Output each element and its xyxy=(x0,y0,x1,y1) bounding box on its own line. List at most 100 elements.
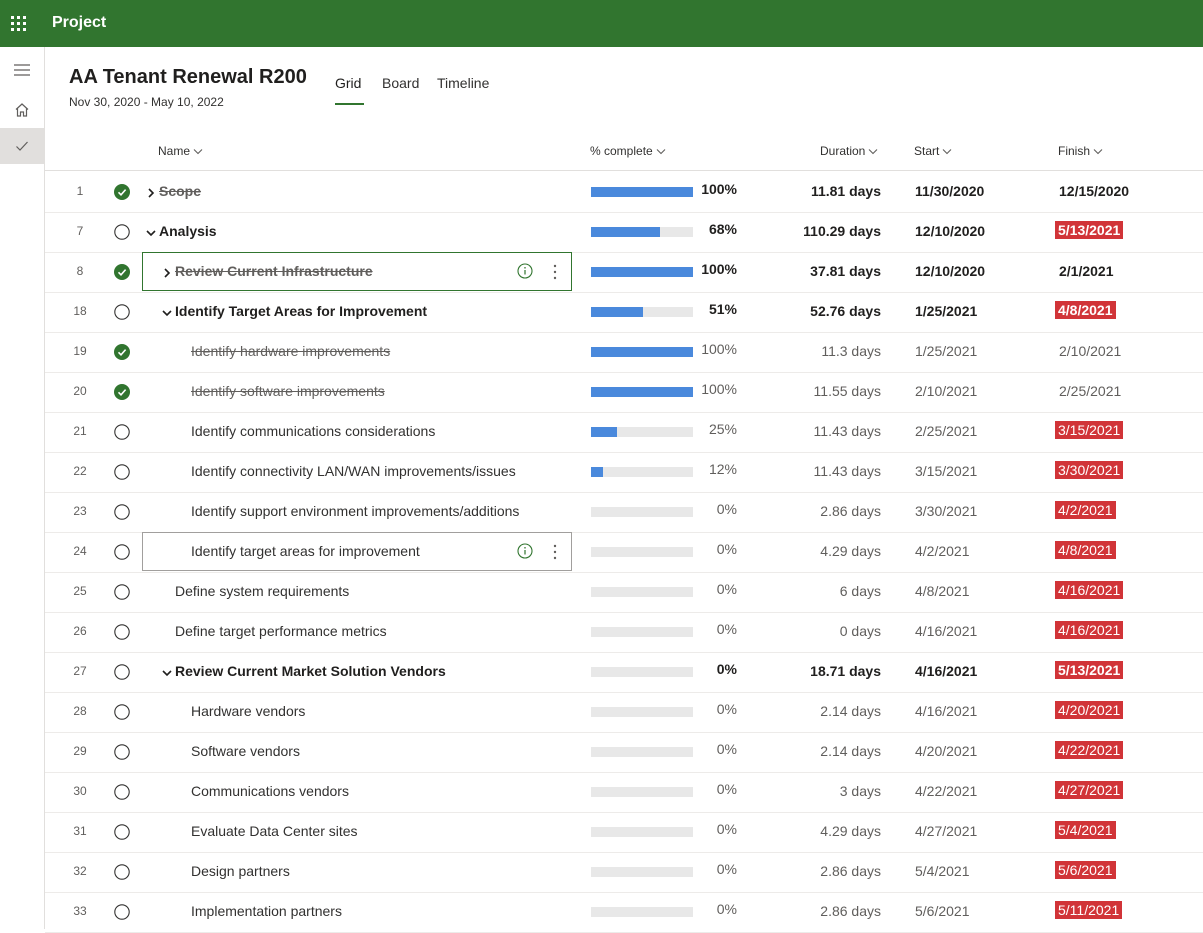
late-finish-date[interactable]: 4/8/2021 xyxy=(1055,541,1116,559)
table-row[interactable]: 18 Identify Target Areas for Improvement 5… xyxy=(45,292,1203,333)
percent-complete[interactable]: 100% xyxy=(695,341,737,357)
info-icon[interactable] xyxy=(517,263,533,279)
incomplete-circle-icon[interactable] xyxy=(114,464,130,480)
percent-complete[interactable]: 0% xyxy=(695,661,737,677)
late-finish-date[interactable]: 4/16/2021 xyxy=(1055,581,1124,599)
start-date[interactable]: 3/15/2021 xyxy=(915,463,977,479)
task-name[interactable]: Define system requirements xyxy=(175,583,349,599)
task-name[interactable]: Define target performance metrics xyxy=(175,623,387,639)
incomplete-circle-icon[interactable] xyxy=(114,704,130,720)
percent-complete[interactable]: 51% xyxy=(695,301,737,317)
incomplete-circle-icon[interactable] xyxy=(114,424,130,440)
incomplete-circle-icon[interactable] xyxy=(114,584,130,600)
hamburger-icon[interactable] xyxy=(0,52,44,88)
table-row[interactable]: 1 Scope 100% 11.81 days 11/30/2020 12/15/2020 xyxy=(45,172,1203,213)
duration[interactable]: 2.14 days xyxy=(765,743,881,759)
table-row[interactable]: 31 Evaluate Data Center sites 0% 4.29 days 4… xyxy=(45,812,1203,853)
finish-date[interactable]: 2/25/2021 xyxy=(1059,383,1121,399)
table-row[interactable]: 7 Analysis 68% 110.29 days 12/10/2020 5/13/20… xyxy=(45,212,1203,253)
percent-complete[interactable]: 0% xyxy=(695,621,737,637)
start-date[interactable]: 4/27/2021 xyxy=(915,823,977,839)
task-name[interactable]: Evaluate Data Center sites xyxy=(191,823,358,839)
duration[interactable]: 2.86 days xyxy=(765,903,881,919)
duration[interactable]: 52.76 days xyxy=(765,303,881,319)
table-row[interactable]: 32 Design partners 0% 2.86 days 5/4/2021 5/6/… xyxy=(45,852,1203,893)
checkmark-icon[interactable] xyxy=(0,128,44,164)
incomplete-circle-icon[interactable] xyxy=(114,504,130,520)
more-vertical-icon[interactable] xyxy=(547,543,563,561)
completed-check-icon[interactable] xyxy=(114,184,130,200)
duration[interactable]: 6 days xyxy=(765,583,881,599)
task-name[interactable]: Identify communications considerations xyxy=(191,423,435,439)
completed-check-icon[interactable] xyxy=(114,264,130,280)
late-finish-date[interactable]: 5/11/2021 xyxy=(1055,901,1123,919)
start-date[interactable]: 4/8/2021 xyxy=(915,583,970,599)
table-row[interactable]: 8 Review Current Infrastructure 100% 37.81 … xyxy=(45,252,1203,293)
table-row[interactable]: 33 Implementation partners 0% 2.86 days 5/6/… xyxy=(45,892,1203,933)
tab-timeline[interactable]: Timeline xyxy=(437,75,489,91)
duration[interactable]: 11.55 days xyxy=(765,383,881,399)
late-finish-date[interactable]: 4/8/2021 xyxy=(1055,301,1116,319)
start-date[interactable]: 4/22/2021 xyxy=(915,783,977,799)
incomplete-circle-icon[interactable] xyxy=(114,784,130,800)
late-finish-date[interactable]: 5/4/2021 xyxy=(1055,821,1116,839)
home-icon[interactable] xyxy=(0,92,44,128)
finish-date[interactable]: 12/15/2020 xyxy=(1059,183,1129,199)
task-name[interactable]: Implementation partners xyxy=(191,903,342,919)
start-date[interactable]: 11/30/2020 xyxy=(915,183,984,199)
incomplete-circle-icon[interactable] xyxy=(114,824,130,840)
late-finish-date[interactable]: 4/2/2021 xyxy=(1055,501,1116,519)
task-name[interactable]: Identify connectivity LAN/WAN improvemen… xyxy=(191,463,516,479)
duration[interactable]: 11.81 days xyxy=(765,183,881,199)
duration[interactable]: 110.29 days xyxy=(765,223,881,239)
table-row[interactable]: 28 Hardware vendors 0% 2.14 days 4/16/2021 4/… xyxy=(45,692,1203,733)
chevron-down-icon[interactable] xyxy=(162,305,172,317)
late-finish-date[interactable]: 3/15/2021 xyxy=(1055,421,1124,439)
start-date[interactable]: 2/25/2021 xyxy=(915,423,977,439)
percent-complete[interactable]: 100% xyxy=(695,181,737,197)
incomplete-circle-icon[interactable] xyxy=(114,864,130,880)
percent-complete[interactable]: 100% xyxy=(695,381,737,397)
duration[interactable]: 0 days xyxy=(765,623,881,639)
table-row[interactable]: 23 Identify support environment improveme… xyxy=(45,492,1203,533)
column-header-duration[interactable]: Duration xyxy=(820,144,878,158)
start-date[interactable]: 2/10/2021 xyxy=(915,383,977,399)
percent-complete[interactable]: 0% xyxy=(695,501,737,517)
duration[interactable]: 11.43 days xyxy=(765,423,881,439)
duration[interactable]: 2.86 days xyxy=(765,503,881,519)
late-finish-date[interactable]: 5/13/2021 xyxy=(1055,221,1124,239)
start-date[interactable]: 4/2/2021 xyxy=(915,543,970,559)
task-name[interactable]: Software vendors xyxy=(191,743,300,759)
task-name[interactable]: Identify support environment improvement… xyxy=(191,503,519,519)
duration[interactable]: 4.29 days xyxy=(765,543,881,559)
start-date[interactable]: 12/10/2020 xyxy=(915,223,985,239)
percent-complete[interactable]: 0% xyxy=(695,901,737,917)
incomplete-circle-icon[interactable] xyxy=(114,224,130,240)
table-row[interactable]: 26 Define target performance metrics 0% 0 d… xyxy=(45,612,1203,653)
start-date[interactable]: 4/16/2021 xyxy=(915,663,977,679)
finish-date[interactable]: 2/10/2021 xyxy=(1059,343,1121,359)
table-row[interactable]: 30 Communications vendors 0% 3 days 4/22/202… xyxy=(45,772,1203,813)
chevron-right-icon[interactable] xyxy=(162,265,172,278)
start-date[interactable]: 5/6/2021 xyxy=(915,903,970,919)
start-date[interactable]: 1/25/2021 xyxy=(915,303,977,319)
percent-complete[interactable]: 0% xyxy=(695,861,737,877)
incomplete-circle-icon[interactable] xyxy=(114,904,130,920)
column-header-finish[interactable]: Finish xyxy=(1058,144,1103,158)
tab-board[interactable]: Board xyxy=(382,75,419,91)
start-date[interactable]: 5/4/2021 xyxy=(915,863,970,879)
duration[interactable]: 4.29 days xyxy=(765,823,881,839)
incomplete-circle-icon[interactable] xyxy=(114,544,130,560)
percent-complete[interactable]: 0% xyxy=(695,701,737,717)
incomplete-circle-icon[interactable] xyxy=(114,304,130,320)
task-name[interactable]: Analysis xyxy=(159,223,217,239)
chevron-down-icon[interactable] xyxy=(162,665,172,677)
task-name[interactable]: Review Current Infrastructure xyxy=(175,263,373,279)
percent-complete[interactable]: 0% xyxy=(695,541,737,557)
late-finish-date[interactable]: 4/16/2021 xyxy=(1055,621,1124,639)
percent-complete[interactable]: 12% xyxy=(695,461,737,477)
duration[interactable]: 2.86 days xyxy=(765,863,881,879)
info-icon[interactable] xyxy=(517,543,533,559)
task-name[interactable]: Identify target areas for improvement xyxy=(191,543,420,559)
duration[interactable]: 11.43 days xyxy=(765,463,881,479)
